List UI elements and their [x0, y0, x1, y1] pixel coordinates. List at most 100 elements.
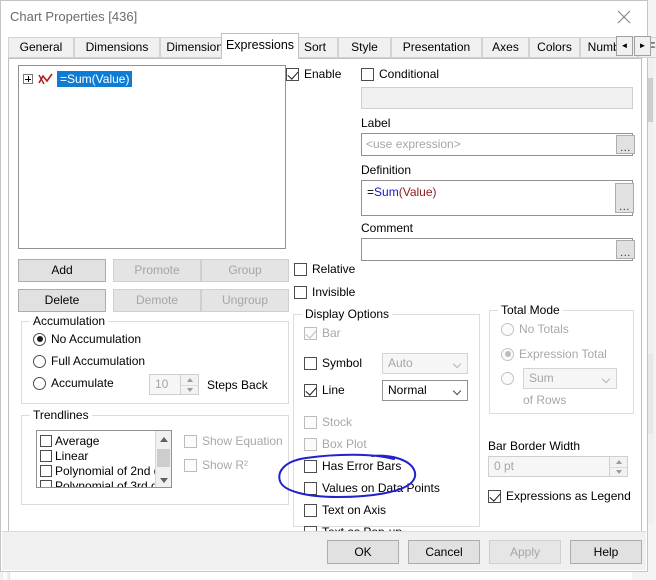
- trendline-average-checkbox[interactable]: [40, 435, 52, 447]
- bar-checkbox[interactable]: Bar: [304, 326, 341, 340]
- expression-tree-item-label[interactable]: =Sum(Value): [57, 71, 133, 87]
- text-on-axis-checkbox[interactable]: Text on Axis: [304, 503, 386, 517]
- trendline-poly3-label: Polynomial of 3rd d: [55, 479, 158, 488]
- conditional-checkbox[interactable]: Conditional: [361, 67, 439, 81]
- expressions-as-legend-box: [488, 489, 501, 503]
- tab-scroll-left-button[interactable]: ◄: [616, 36, 633, 56]
- radio-expression-total-indicator: [501, 347, 514, 361]
- stock-checkbox[interactable]: Stock: [304, 415, 352, 429]
- tab-scroll-right-button[interactable]: ►: [634, 36, 651, 56]
- radio-no-totals[interactable]: No Totals: [501, 322, 569, 336]
- expressions-as-legend-label: Expressions as Legend: [506, 489, 631, 503]
- expressions-as-legend-checkbox[interactable]: Expressions as Legend: [488, 489, 631, 503]
- show-r2-label: Show R²: [202, 458, 249, 472]
- steps-back-spinner-buttons[interactable]: [180, 375, 198, 394]
- label-input[interactable]: <use expression>: [361, 133, 633, 156]
- expression-tree-item[interactable]: =Sum(Value): [23, 71, 133, 87]
- cancel-button[interactable]: Cancel: [408, 540, 480, 564]
- trendline-item-poly3[interactable]: Polynomial of 3rd d: [40, 479, 158, 488]
- steps-back-decrement-button[interactable]: [181, 384, 198, 396]
- definition-argument: (Value): [398, 185, 437, 199]
- radio-aggregation[interactable]: [501, 372, 514, 385]
- line-style-combo[interactable]: Normal: [382, 380, 468, 401]
- trendlines-scroll-up-icon[interactable]: [156, 431, 171, 446]
- has-error-bars-checkbox[interactable]: Has Error Bars: [304, 459, 401, 473]
- radio-accumulate-indicator: [33, 376, 46, 390]
- trendline-item-poly2[interactable]: Polynomial of 2nd d: [40, 464, 160, 478]
- chevron-down-icon: [454, 388, 461, 395]
- demote-button[interactable]: Demote: [113, 289, 201, 312]
- trendline-item-linear[interactable]: Linear: [40, 449, 88, 463]
- radio-full-accumulation-indicator: [33, 354, 46, 368]
- comment-ellipsis-icon: ...: [620, 247, 631, 259]
- tab-style[interactable]: Style: [338, 37, 391, 58]
- aggregation-combo[interactable]: Sum: [523, 368, 617, 389]
- trendlines-scrollbar-thumb[interactable]: [157, 449, 170, 467]
- chevron-down-icon: [603, 376, 610, 383]
- ungroup-button[interactable]: Ungroup: [201, 289, 289, 312]
- radio-full-accumulation[interactable]: Full Accumulation: [33, 354, 145, 368]
- definition-caption: Definition: [361, 163, 412, 177]
- steps-back-increment-button[interactable]: [181, 375, 198, 385]
- steps-back-label: Steps Back: [207, 378, 268, 392]
- trendline-poly2-label: Polynomial of 2nd d: [55, 464, 161, 478]
- radio-no-totals-indicator: [501, 322, 514, 336]
- trendline-linear-checkbox[interactable]: [40, 450, 52, 462]
- expression-tree[interactable]: =Sum(Value): [18, 65, 286, 249]
- radio-no-accumulation[interactable]: No Accumulation: [33, 332, 141, 346]
- box-plot-checkbox[interactable]: Box Plot: [304, 437, 367, 451]
- show-r2-checkbox[interactable]: Show R²: [184, 458, 248, 472]
- trendline-item-average[interactable]: Average: [40, 434, 99, 448]
- values-on-data-points-checkbox[interactable]: Values on Data Points: [304, 481, 440, 495]
- definition-value: =Sum(Value): [367, 185, 437, 199]
- label-ellipsis-icon: ...: [620, 142, 631, 154]
- expand-plus-icon[interactable]: [23, 74, 33, 84]
- definition-ellipsis-button[interactable]: ...: [615, 183, 634, 213]
- tab-dimensions[interactable]: Dimensions: [74, 37, 160, 58]
- tab-presentation[interactable]: Presentation: [391, 37, 482, 58]
- steps-back-spinner[interactable]: 10: [149, 374, 199, 395]
- radio-expression-total[interactable]: Expression Total: [501, 347, 607, 361]
- bar-border-width-spinner-buttons[interactable]: [609, 457, 627, 476]
- conditional-input[interactable]: [361, 87, 633, 109]
- bar-border-width-spinner[interactable]: 0 pt: [488, 456, 628, 477]
- line-checkbox[interactable]: Line: [304, 383, 345, 397]
- comment-input[interactable]: [361, 238, 633, 261]
- symbol-style-combo[interactable]: Auto: [382, 353, 468, 374]
- tab-expressions[interactable]: Expressions: [221, 33, 299, 59]
- group-button[interactable]: Group: [201, 259, 289, 282]
- close-button[interactable]: [602, 1, 647, 31]
- apply-button[interactable]: Apply: [489, 540, 561, 564]
- symbol-checkbox[interactable]: Symbol: [304, 356, 362, 370]
- delete-button[interactable]: Delete: [18, 289, 106, 312]
- trendline-poly3-checkbox[interactable]: [40, 480, 52, 487]
- radio-full-accumulation-label: Full Accumulation: [51, 354, 146, 368]
- total-mode-group: Total Mode No Totals Expression Total Su…: [489, 303, 634, 414]
- bar-border-width-decrement-button[interactable]: [610, 466, 627, 478]
- relative-checkbox[interactable]: Relative: [294, 262, 355, 276]
- ok-button[interactable]: OK: [327, 540, 399, 564]
- invisible-checkbox[interactable]: Invisible: [294, 285, 355, 299]
- show-equation-checkbox[interactable]: Show Equation: [184, 434, 283, 448]
- trendline-linear-label: Linear: [55, 449, 89, 463]
- radio-no-totals-label: No Totals: [519, 322, 569, 336]
- tab-general[interactable]: General: [8, 37, 74, 58]
- values-on-data-points-checkbox-box: [304, 481, 317, 495]
- tab-axes[interactable]: Axes: [482, 37, 529, 58]
- line-checkbox-box: [304, 383, 317, 397]
- bar-border-width-increment-button[interactable]: [610, 457, 627, 467]
- enable-checkbox[interactable]: Enable: [286, 67, 341, 81]
- radio-accumulate[interactable]: Accumulate: [33, 376, 114, 390]
- trendlines-scrollbar[interactable]: [155, 431, 171, 487]
- add-button[interactable]: Add: [18, 259, 106, 282]
- tab-colors[interactable]: Colors: [529, 37, 580, 58]
- dialog-titlebar[interactable]: Chart Properties [436]: [1, 1, 647, 32]
- trendline-poly2-checkbox[interactable]: [40, 465, 52, 477]
- comment-ellipsis-button[interactable]: ...: [616, 240, 635, 259]
- promote-button[interactable]: Promote: [113, 259, 201, 282]
- help-button[interactable]: Help: [570, 540, 642, 564]
- label-ellipsis-button[interactable]: ...: [616, 135, 635, 154]
- trendlines-scroll-down-icon[interactable]: [156, 472, 171, 487]
- trendlines-listbox[interactable]: Average Linear Polynomial of 2nd d Polyn…: [36, 430, 172, 488]
- definition-function: Sum: [374, 185, 399, 199]
